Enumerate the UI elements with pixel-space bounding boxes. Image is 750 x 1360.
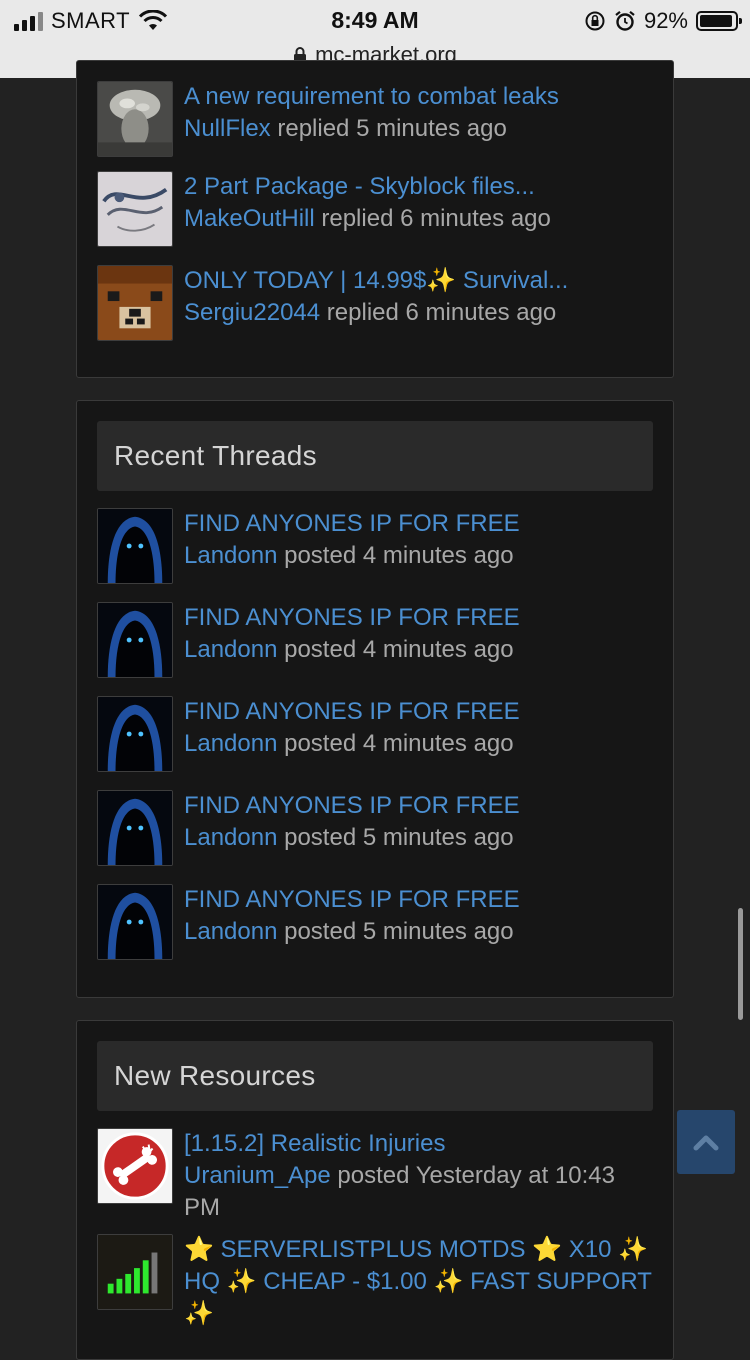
avatar[interactable] xyxy=(97,171,173,247)
recent-threads-panel: Recent Threads FIND ANYONES IP FOR FREE … xyxy=(76,400,674,998)
username-link[interactable]: MakeOutHill xyxy=(184,205,315,232)
bone-injury-icon xyxy=(98,1129,172,1203)
post-title-link[interactable]: ONLY TODAY | 14.99$✨ Survival... xyxy=(184,265,657,297)
thread-title-link[interactable]: FIND ANYONES IP FOR FREE xyxy=(184,790,657,822)
username-link[interactable]: Uranium_Ape xyxy=(184,1162,331,1189)
panel-heading: New Resources xyxy=(97,1041,653,1111)
chevron-up-icon xyxy=(693,1135,719,1151)
hooded-figure-avatar xyxy=(98,885,172,959)
status-bar: SMART 8:49 AM 92% xyxy=(0,0,750,40)
post-meta: Sergiu22044 replied 6 minutes ago xyxy=(184,297,657,329)
resource-title-link[interactable]: [1.15.2] Realistic Injuries xyxy=(184,1128,657,1160)
avatar[interactable] xyxy=(97,1234,173,1310)
avatar[interactable] xyxy=(97,790,173,866)
timestamp: 5 minutes ago xyxy=(362,824,514,851)
panel-heading: Recent Threads xyxy=(97,421,653,491)
timestamp: 4 minutes ago xyxy=(362,636,514,663)
new-resources-panel: New Resources [1.15.2] Realistic Injurie… xyxy=(76,1020,674,1360)
thread-title-link[interactable]: FIND ANYONES IP FOR FREE xyxy=(184,696,657,728)
username-link[interactable]: NullFlex xyxy=(184,115,271,142)
thread-meta: Landonn posted 5 minutes ago xyxy=(184,916,657,948)
recent-posts-panel: A new requirement to combat leaks NullFl… xyxy=(76,60,674,378)
avatar[interactable] xyxy=(97,265,173,341)
timestamp: 4 minutes ago xyxy=(362,542,514,569)
hooded-figure-avatar xyxy=(98,509,172,583)
bear-avatar xyxy=(98,266,172,340)
scrollbar-thumb[interactable] xyxy=(738,908,743,1020)
timestamp: 5 minutes ago xyxy=(362,918,514,945)
timestamp: 6 minutes ago xyxy=(405,299,557,326)
action-text: replied xyxy=(314,205,401,232)
alarm-icon xyxy=(615,10,635,31)
avatar[interactable] xyxy=(97,884,173,960)
thread-title-link[interactable]: FIND ANYONES IP FOR FREE xyxy=(184,602,657,634)
thread-meta: Landonn posted 4 minutes ago xyxy=(184,540,657,572)
thread-meta: Landonn posted 4 minutes ago xyxy=(184,634,657,666)
scroll-to-top-button[interactable] xyxy=(677,1110,735,1174)
action-text: posted xyxy=(277,824,363,851)
battery-percentage: 92% xyxy=(643,8,688,33)
avatar[interactable] xyxy=(97,508,173,584)
post-title-link[interactable]: 2 Part Package - Skyblock files... xyxy=(184,171,657,203)
thread-title-link[interactable]: FIND ANYONES IP FOR FREE xyxy=(184,884,657,916)
action-text: posted xyxy=(277,730,363,757)
action-text: posted xyxy=(277,542,363,569)
hooded-figure-avatar xyxy=(98,603,172,677)
username-link[interactable]: Landonn xyxy=(184,636,277,663)
post-title-link[interactable]: A new requirement to combat leaks xyxy=(184,81,657,113)
gray-sculpture-avatar xyxy=(98,82,172,156)
resource-title-link[interactable]: ⭐ SERVERLISTPLUS MOTDS ⭐ X10 ✨ HQ ✨ CHEA… xyxy=(184,1234,657,1330)
thread-meta: Landonn posted 5 minutes ago xyxy=(184,822,657,854)
avatar[interactable] xyxy=(97,696,173,772)
timestamp: 5 minutes ago xyxy=(356,115,507,142)
username-link[interactable]: Sergiu22044 xyxy=(184,299,320,326)
resource-meta: Uranium_Ape posted Yesterday at 10:43 PM xyxy=(184,1160,657,1224)
battery-icon xyxy=(696,11,742,31)
username-link[interactable]: Landonn xyxy=(184,824,277,851)
sketch-avatar xyxy=(98,172,172,246)
signal-bars-icon xyxy=(98,1235,172,1309)
action-text: posted xyxy=(330,1162,416,1189)
hooded-figure-avatar xyxy=(98,697,172,771)
thread-meta: Landonn posted 4 minutes ago xyxy=(184,728,657,760)
timestamp: 6 minutes ago xyxy=(400,205,551,232)
action-text: posted xyxy=(277,918,363,945)
post-meta: MakeOutHill replied 6 minutes ago xyxy=(184,203,657,235)
action-text: posted xyxy=(277,636,363,663)
username-link[interactable]: Landonn xyxy=(184,542,277,569)
post-meta: NullFlex replied 5 minutes ago xyxy=(184,113,657,145)
action-text: replied xyxy=(270,115,357,142)
action-text: replied xyxy=(320,299,406,326)
orientation-lock-icon xyxy=(585,11,605,31)
username-link[interactable]: Landonn xyxy=(184,918,277,945)
avatar[interactable] xyxy=(97,602,173,678)
hooded-figure-avatar xyxy=(98,791,172,865)
timestamp: 4 minutes ago xyxy=(362,730,514,757)
username-link[interactable]: Landonn xyxy=(184,730,277,757)
thread-title-link[interactable]: FIND ANYONES IP FOR FREE xyxy=(184,508,657,540)
avatar[interactable] xyxy=(97,81,173,157)
status-right-group: 92% xyxy=(584,8,742,34)
avatar[interactable] xyxy=(97,1128,173,1204)
